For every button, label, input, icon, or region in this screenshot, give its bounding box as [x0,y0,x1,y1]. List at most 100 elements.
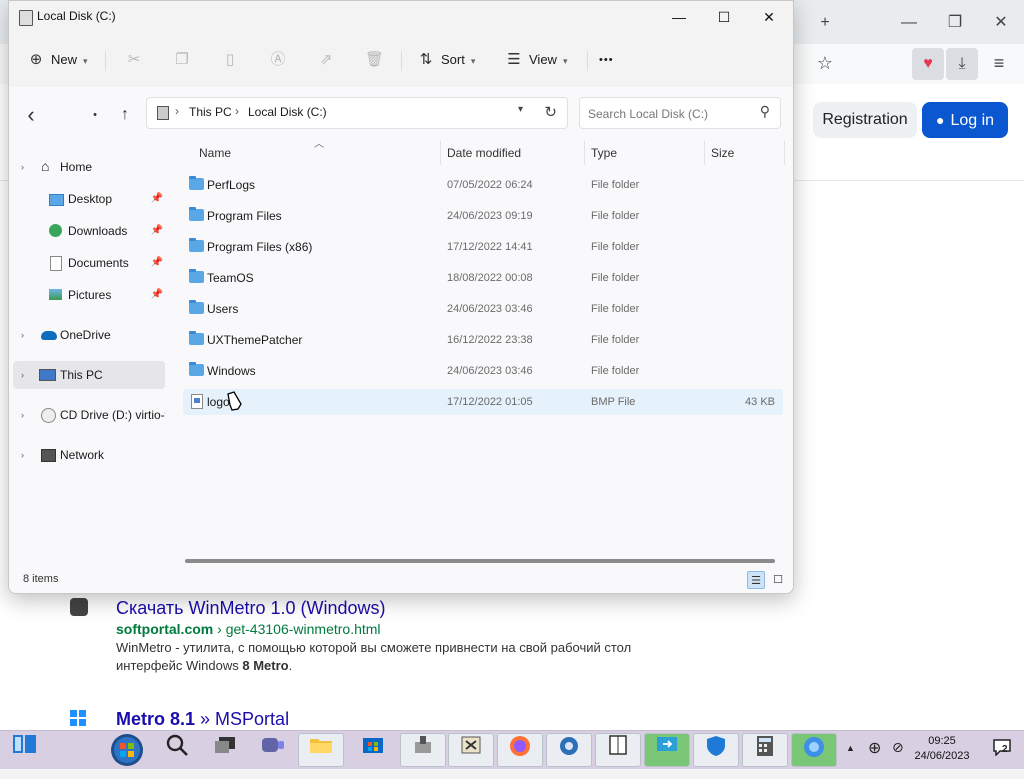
file-row[interactable]: logo 17/12/2022 01:05 BMP File 43 KB [183,389,783,415]
rename-button[interactable]: Ⓐ [269,49,293,71]
network-status-icon[interactable]: ⊘ [892,739,904,756]
browser-restore-button[interactable]: ❐ [944,12,966,34]
registration-button[interactable]: Registration [813,102,917,138]
browser-close-button[interactable]: ✕ [990,12,1012,34]
column-header-size[interactable]: Size [711,141,734,165]
new-tab-button[interactable]: + [814,12,836,34]
view-button[interactable]: ☰ View ▾ [505,49,567,71]
result-title-link[interactable]: Скачать WinMetro 1.0 (Windows) [116,598,386,619]
downloads-icon[interactable]: ⤓ [946,48,978,80]
details-view-icon[interactable]: ☰ [747,571,765,589]
search-input[interactable] [586,104,750,124]
language-globe-icon[interactable]: ⊕ [868,738,881,758]
expand-arrow-icon[interactable]: › [21,401,24,429]
sidebar-item-cd-drive[interactable]: › CD Drive (D:) virtio-win [13,401,165,429]
delete-button[interactable]: 🗑 [365,49,389,71]
sidebar-item-pictures[interactable]: Pictures 📌 [13,281,165,309]
sidebar-item-onedrive[interactable]: › OneDrive [13,321,165,349]
column-divider[interactable] [704,141,705,165]
result-url[interactable]: softportal.com › get-43106-winmetro.html [116,621,381,637]
paste-button[interactable]: ▯ [221,49,245,71]
file-date: 24/06/2023 03:46 [447,365,533,377]
browser-menu-icon[interactable]: ≡ [988,52,1010,74]
sidebar-item-home[interactable]: › ⌂ Home [13,153,165,181]
close-button[interactable]: ✕ [754,7,784,27]
search-box[interactable]: ⚲ [579,97,781,129]
expand-arrow-icon[interactable]: › [21,153,24,181]
bookmark-star-icon[interactable]: ☆ [814,52,836,74]
file-row[interactable]: UXThemePatcher 16/12/2022 23:38 File fol… [183,327,783,353]
sort-icon: ⇅ [419,51,433,68]
share-button[interactable]: ⇗ [317,49,341,71]
address-bar[interactable]: › This PC › Local Disk (C:) ▾ ↻ [146,97,568,129]
remote-desktop-icon[interactable] [644,733,690,767]
expand-arrow-icon[interactable]: › [21,321,24,349]
windows-security-icon[interactable] [693,733,739,767]
column-divider[interactable] [440,141,441,165]
column-divider[interactable] [584,141,585,165]
expand-arrow-icon[interactable]: › [21,441,24,469]
file-name: Program Files (x86) [207,240,313,254]
notifications-icon[interactable]: 2 [992,738,1014,758]
more-options-button[interactable]: ••• [599,49,614,71]
breadcrumb-this-pc[interactable]: This PC [189,105,232,119]
login-button[interactable]: ● Log in [922,102,1008,138]
minimize-button[interactable]: — [664,7,694,27]
pocket-icon[interactable]: ♥ [912,48,944,80]
expand-arrow-icon[interactable]: › [21,361,24,389]
file-row[interactable]: Users 24/06/2023 03:46 File folder [183,296,783,322]
calculator-icon[interactable] [742,733,788,767]
result-title-link[interactable]: Metro 8.1 » MSPortal [116,709,289,730]
copy-button[interactable]: ❐ [173,49,197,71]
file-row[interactable]: TeamOS 18/08/2022 00:08 File folder [183,265,783,291]
up-button[interactable]: ↑ [115,105,135,125]
sidebar-item-this-pc[interactable]: › This PC [13,361,165,389]
cut-button[interactable]: ✂ [125,49,149,71]
firefox-icon[interactable] [497,733,543,767]
pin-icon[interactable]: 📌 [151,249,163,277]
sidebar-item-documents[interactable]: Documents 📌 [13,249,165,277]
install-package-icon[interactable] [400,733,446,767]
tiles-view-icon[interactable]: ☐ [769,571,787,589]
sidebar-item-network[interactable]: › Network [13,441,165,469]
column-divider[interactable] [784,141,785,165]
file-row[interactable]: Program Files 24/06/2023 09:19 File fold… [183,203,783,229]
maximize-button[interactable]: ☐ [709,7,739,27]
pin-icon[interactable]: 📌 [151,217,163,245]
pin-icon[interactable]: 📌 [151,281,163,309]
file-row[interactable]: Windows 24/06/2023 03:46 File folder [183,358,783,384]
column-header-name[interactable]: Name [199,141,231,165]
forward-button[interactable]: • [85,105,105,125]
file-explorer-taskbar-icon[interactable] [298,733,344,767]
settings-gear-icon[interactable] [546,733,592,767]
teams-chat-icon[interactable] [250,733,296,767]
search-icon[interactable]: ⚲ [760,103,770,120]
explorer-title-bar[interactable]: Local Disk (C:) — ☐ ✕ [9,1,793,33]
back-button[interactable]: ‹ [21,104,41,126]
book-reader-icon[interactable] [595,733,641,767]
pin-icon[interactable]: 📌 [151,185,163,213]
horizontal-scrollbar[interactable] [185,559,775,563]
breadcrumb-local-disk[interactable]: Local Disk (C:) [248,105,327,119]
browser-minimize-button[interactable]: — [898,12,920,34]
windows-start-orb-icon[interactable] [104,733,150,767]
column-header-date[interactable]: Date modified [447,141,521,165]
start-screen-icon[interactable] [2,733,48,767]
chevron-down-icon[interactable]: ▾ [518,104,523,115]
file-type: File folder [591,210,640,222]
file-row[interactable]: Program Files (x86) 17/12/2022 14:41 Fil… [183,234,783,260]
column-header-type[interactable]: Type [591,141,617,165]
copilot-icon[interactable] [791,733,837,767]
task-view-icon[interactable] [202,733,248,767]
sidebar-item-downloads[interactable]: Downloads 📌 [13,217,165,245]
clock[interactable]: 09:25 24/06/2023 [910,734,974,764]
refresh-icon[interactable]: ↻ [544,103,557,121]
microsoft-store-icon[interactable] [350,733,396,767]
sort-button[interactable]: ⇅ Sort ▾ [417,49,476,71]
new-button[interactable]: ⊕ New ▾ [27,49,88,71]
sidebar-item-desktop[interactable]: Desktop 📌 [13,185,165,213]
installer-app-icon[interactable] [448,733,494,767]
file-row[interactable]: PerfLogs 07/05/2022 06:24 File folder [183,172,783,198]
tray-overflow-icon[interactable]: ▲ [846,743,855,753]
search-icon[interactable] [154,733,200,767]
